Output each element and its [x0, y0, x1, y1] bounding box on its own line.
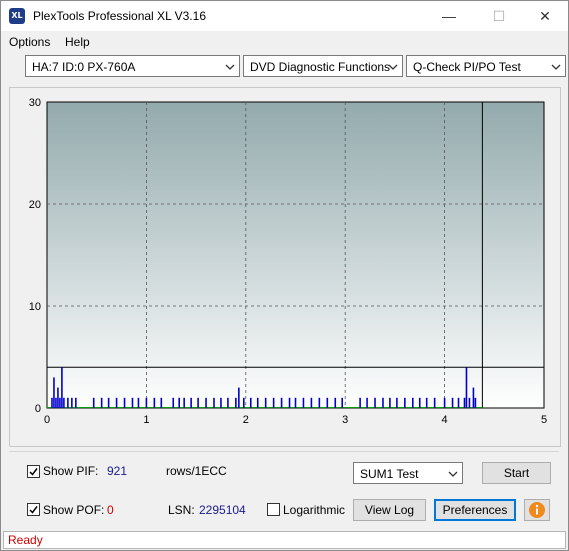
y-tick-label: 30 — [29, 97, 41, 109]
start-button[interactable]: Start — [482, 462, 551, 484]
chevron-down-icon — [388, 64, 398, 70]
checkmark-icon — [29, 506, 38, 514]
x-tick-label: 5 — [541, 414, 547, 426]
pif-value: 921 — [107, 464, 128, 478]
chevron-down-icon — [225, 64, 235, 70]
pi-po-chart: 0 1 2 3 4 5 0 10 20 30 — [29, 97, 547, 426]
test-select-value: Q-Check PI/PO Test — [413, 60, 521, 74]
x-tick-label: 0 — [44, 414, 50, 426]
chart-panel: 0 1 2 3 4 5 0 10 20 30 — [9, 87, 561, 447]
title-bar: XL PlexTools Professional XL V3.16 — ☐ ✕ — [1, 1, 568, 31]
app-logo-icon: XL — [9, 8, 25, 24]
pof-value: 0 — [107, 503, 114, 517]
menu-help[interactable]: Help — [65, 35, 90, 49]
lsn-value: 2295104 — [199, 503, 246, 517]
checkmark-icon — [29, 468, 38, 476]
plot-area — [46, 101, 545, 409]
drive-select[interactable]: HA:7 ID:0 PX-760A — [25, 55, 240, 77]
show-pif-label: Show PIF: — [43, 464, 99, 478]
logarithmic-label: Logarithmic — [283, 503, 346, 517]
app-window: XL PlexTools Professional XL V3.16 — ☐ ✕… — [0, 0, 569, 551]
y-tick-label: 10 — [29, 301, 41, 313]
minimize-button[interactable]: — — [426, 1, 472, 31]
logarithmic-checkbox[interactable] — [267, 503, 280, 516]
preferences-button[interactable]: Preferences — [434, 499, 516, 521]
lsn-label: LSN: — [168, 503, 195, 517]
test-select[interactable]: Q-Check PI/PO Test — [406, 55, 566, 77]
function-select[interactable]: DVD Diagnostic Functions — [243, 55, 403, 77]
view-log-button[interactable]: View Log — [353, 499, 426, 521]
menu-bar: Options Help — [1, 32, 568, 52]
maximize-button[interactable]: ☐ — [476, 1, 522, 31]
function-select-value: DVD Diagnostic Functions — [250, 60, 391, 74]
drive-select-value: HA:7 ID:0 PX-760A — [32, 60, 136, 74]
controls-panel: Show PIF: 921 rows/1ECC SUM1 Test Start … — [9, 451, 559, 528]
x-tick-label: 4 — [442, 414, 448, 426]
toolbar: HA:7 ID:0 PX-760A DVD Diagnostic Functio… — [1, 52, 568, 80]
chevron-down-icon — [551, 64, 561, 70]
status-text: Ready — [8, 533, 43, 547]
show-pof-label: Show POF: — [43, 503, 105, 517]
y-tick-label: 20 — [29, 199, 41, 211]
info-icon — [529, 502, 545, 518]
pif-units: rows/1ECC — [166, 464, 227, 478]
sum-test-select[interactable]: SUM1 Test — [353, 462, 463, 484]
status-bar: Ready — [3, 531, 566, 549]
show-pif-checkbox[interactable] — [27, 465, 40, 478]
show-pof-checkbox[interactable] — [27, 503, 40, 516]
x-tick-label: 1 — [143, 414, 149, 426]
x-tick-label: 3 — [342, 414, 348, 426]
x-tick-label: 2 — [243, 414, 249, 426]
window-title: PlexTools Professional XL V3.16 — [33, 9, 206, 23]
menu-options[interactable]: Options — [9, 35, 50, 49]
chevron-down-icon — [448, 471, 458, 477]
y-tick-label: 0 — [35, 403, 41, 415]
info-button[interactable] — [524, 499, 550, 521]
close-button[interactable]: ✕ — [522, 1, 568, 31]
sum-test-select-value: SUM1 Test — [360, 467, 419, 481]
